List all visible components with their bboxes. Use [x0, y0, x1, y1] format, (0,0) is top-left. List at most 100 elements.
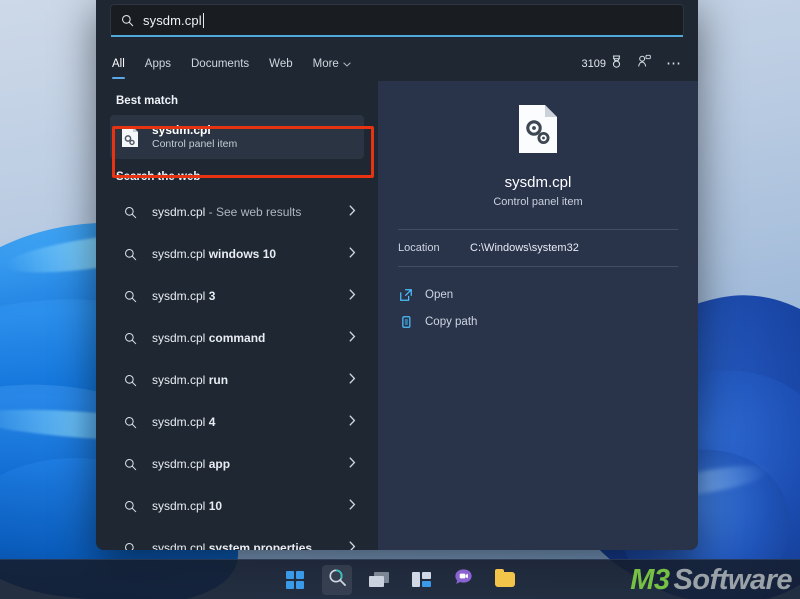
web-suggestion-label: sysdm.cpl 3	[152, 289, 216, 303]
folder-icon	[495, 569, 515, 587]
preview-title: sysdm.cpl	[504, 174, 572, 191]
best-match-header: Best match	[116, 95, 178, 107]
widgets-icon	[411, 572, 431, 587]
search-icon	[121, 14, 134, 27]
watermark-brand: M3	[630, 564, 670, 596]
search-icon	[328, 568, 347, 592]
location-row: Location C:\Windows\system32	[378, 230, 698, 266]
best-match-text: sysdm.cpl Control panel item	[152, 123, 237, 152]
web-suggestion-item[interactable]: sysdm.cpl app	[110, 443, 364, 485]
copy-path-action[interactable]: Copy path	[398, 308, 678, 335]
best-match-subtitle: Control panel item	[152, 137, 238, 150]
web-suggestion-item[interactable]: sysdm.cpl windows 10	[110, 233, 364, 275]
control-panel-file-icon	[118, 126, 142, 148]
web-suggestion-label: sysdm.cpl - See web results	[152, 205, 302, 219]
web-suggestion-label: sysdm.cpl 10	[152, 499, 223, 513]
search-icon	[118, 248, 142, 261]
search-icon	[118, 542, 142, 550]
watermark-suffix: Software	[673, 564, 793, 596]
best-match-result[interactable]: sysdm.cpl Control panel item	[110, 115, 364, 159]
taskbar-start-button[interactable]	[280, 565, 310, 595]
chevron-down-icon	[343, 58, 351, 70]
tab-more-label: More	[312, 58, 339, 70]
results-list-column: Best match sysdm.cpl Control panel item	[96, 81, 378, 550]
location-value: C:\Windows\system32	[470, 242, 579, 254]
filter-tabs-row: All Apps Documents Web More 3109 ⋯	[96, 47, 698, 81]
web-suggestion-item[interactable]: sysdm.cpl run	[110, 359, 364, 401]
chevron-right-icon	[349, 413, 356, 431]
web-suggestion-item[interactable]: sysdm.cpl 4	[110, 401, 364, 443]
filter-tabs: All Apps Documents Web More	[112, 47, 351, 81]
preview-panel: sysdm.cpl Control panel item Location C:…	[378, 81, 698, 550]
chevron-right-icon	[349, 539, 356, 550]
chevron-right-icon	[349, 497, 356, 515]
taskbar-file-explorer-button[interactable]	[490, 565, 520, 595]
tab-apps[interactable]: Apps	[145, 47, 171, 81]
chevron-right-icon	[349, 371, 356, 389]
chevron-right-icon	[349, 455, 356, 473]
search-icon	[118, 206, 142, 219]
search-icon	[118, 332, 142, 345]
search-icon	[118, 500, 142, 513]
location-label: Location	[398, 242, 440, 254]
open-action-label: Open	[425, 288, 454, 301]
search-icon	[118, 416, 142, 429]
search-input[interactable]: sysdm.cpl	[110, 4, 684, 37]
tab-documents[interactable]: Documents	[191, 47, 249, 81]
search-bar-container: sysdm.cpl	[96, 0, 698, 37]
results-body: Best match sysdm.cpl Control panel item	[96, 81, 698, 550]
web-suggestion-item[interactable]: sysdm.cpl system properties	[110, 527, 364, 550]
preview-hero: sysdm.cpl Control panel item	[378, 103, 698, 208]
open-action[interactable]: Open	[398, 281, 678, 308]
tabs-right-controls: 3109 ⋯	[582, 54, 682, 74]
control-panel-file-icon	[515, 103, 561, 160]
copy-path-icon	[398, 315, 413, 329]
tab-apps-label: Apps	[144, 58, 171, 70]
tab-web[interactable]: Web	[269, 47, 292, 81]
chevron-right-icon	[349, 245, 356, 263]
preview-subtitle: Control panel item	[493, 196, 583, 208]
tab-all[interactable]: All	[112, 47, 125, 81]
search-icon	[118, 374, 142, 387]
search-the-web-header: Search the web	[116, 171, 201, 183]
medal-icon	[610, 54, 623, 74]
task-view-icon	[369, 572, 389, 587]
search-icon	[118, 290, 142, 303]
search-icon	[118, 458, 142, 471]
tab-documents-label: Documents	[191, 58, 250, 70]
web-suggestion-item[interactable]: sysdm.cpl - See web results	[110, 191, 364, 233]
open-external-icon	[398, 288, 413, 302]
ellipsis-icon[interactable]: ⋯	[666, 56, 682, 71]
chat-icon	[454, 568, 473, 591]
chevron-right-icon	[349, 203, 356, 221]
web-suggestion-label: sysdm.cpl run	[152, 373, 229, 387]
web-suggestion-label: sysdm.cpl 4	[152, 415, 216, 429]
text-caret	[202, 13, 204, 28]
taskbar-widgets-button[interactable]	[406, 565, 436, 595]
chevron-right-icon	[349, 329, 356, 347]
web-suggestion-label: sysdm.cpl app	[152, 457, 231, 471]
desktop-screen: sysdm.cpl All Apps Documents Web More 31…	[0, 0, 800, 599]
web-suggestions-list: sysdm.cpl - See web results sysdm.cpl win…	[96, 191, 378, 550]
chevron-right-icon	[349, 287, 356, 305]
web-suggestion-item[interactable]: sysdm.cpl command	[110, 317, 364, 359]
web-suggestion-item[interactable]: sysdm.cpl 10	[110, 485, 364, 527]
tab-more[interactable]: More	[313, 47, 351, 81]
taskbar-search-button[interactable]	[322, 564, 352, 595]
rewards-count: 3109	[581, 58, 606, 70]
taskbar-chat-button[interactable]	[448, 565, 478, 595]
windows-logo-icon	[286, 570, 304, 589]
copy-path-action-label: Copy path	[425, 315, 478, 328]
account-feedback-icon[interactable]	[637, 54, 652, 74]
taskbar-task-view-button[interactable]	[364, 565, 394, 595]
web-suggestion-label: sysdm.cpl system properties	[152, 541, 313, 550]
best-match-title: sysdm.cpl	[152, 122, 211, 137]
watermark: M3 Software	[630, 564, 792, 597]
search-input-value: sysdm.cpl	[143, 13, 202, 28]
search-flyout-panel: sysdm.cpl All Apps Documents Web More 31…	[96, 0, 698, 550]
web-suggestion-label: sysdm.cpl windows 10	[152, 247, 277, 261]
rewards-button[interactable]: 3109	[581, 54, 623, 74]
tab-all-label: All	[112, 58, 125, 70]
preview-actions: Open Copy path	[378, 267, 698, 335]
web-suggestion-item[interactable]: sysdm.cpl 3	[110, 275, 364, 317]
